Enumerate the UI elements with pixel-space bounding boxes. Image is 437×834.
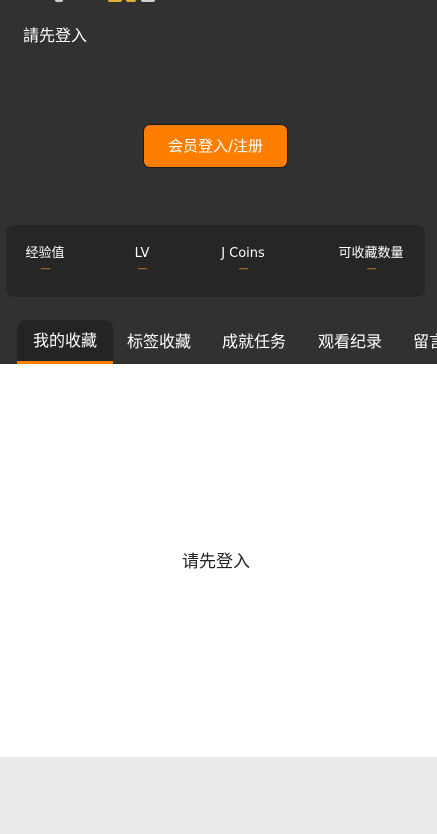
- tab-comments[interactable]: 留言: [413, 320, 437, 364]
- stat-value: ----: [366, 264, 376, 274]
- login-register-button[interactable]: 会员登入/注册: [143, 124, 288, 168]
- stat-coins: J Coins ----: [221, 244, 265, 274]
- stat-level: LV ----: [135, 244, 150, 274]
- empty-state-message: 请先登入: [182, 552, 250, 572]
- status-bar-fragment: [141, 0, 155, 2]
- tab-bar: 我的收藏 标签收藏 成就任务 观看纪录 留言: [0, 320, 437, 364]
- tab-content: 请先登入: [0, 364, 437, 757]
- status-bar-fragment: [126, 0, 136, 2]
- tab-tag-favorites[interactable]: 标签收藏: [127, 320, 191, 364]
- stat-label: 经验值: [25, 246, 65, 261]
- stat-value: ----: [137, 264, 148, 274]
- tab-watch-history[interactable]: 观看纪录: [318, 320, 382, 364]
- stats-card: 经验值 ---- LV ---- J Coins ---- 可收藏数量 ----: [6, 225, 425, 297]
- login-hint: 請先登入: [23, 26, 88, 45]
- status-bar-fragment: [55, 0, 63, 2]
- stat-label: 可收藏数量: [338, 246, 404, 261]
- stat-label: LV: [134, 246, 150, 261]
- stat-favorites-capacity: 可收藏数量 ----: [338, 244, 403, 274]
- stat-value: ----: [238, 264, 249, 274]
- stat-value: ----: [40, 264, 50, 274]
- stat-label: J Coins: [221, 246, 265, 261]
- profile-header: 請先登入 会员登入/注册 经验值 ---- LV ---- J Coins --…: [0, 0, 437, 364]
- tab-my-favorites[interactable]: 我的收藏: [17, 320, 113, 364]
- tab-achievements[interactable]: 成就任务: [222, 320, 286, 364]
- status-bar-fragment: [108, 0, 122, 2]
- stat-experience: 经验值 ----: [25, 244, 64, 274]
